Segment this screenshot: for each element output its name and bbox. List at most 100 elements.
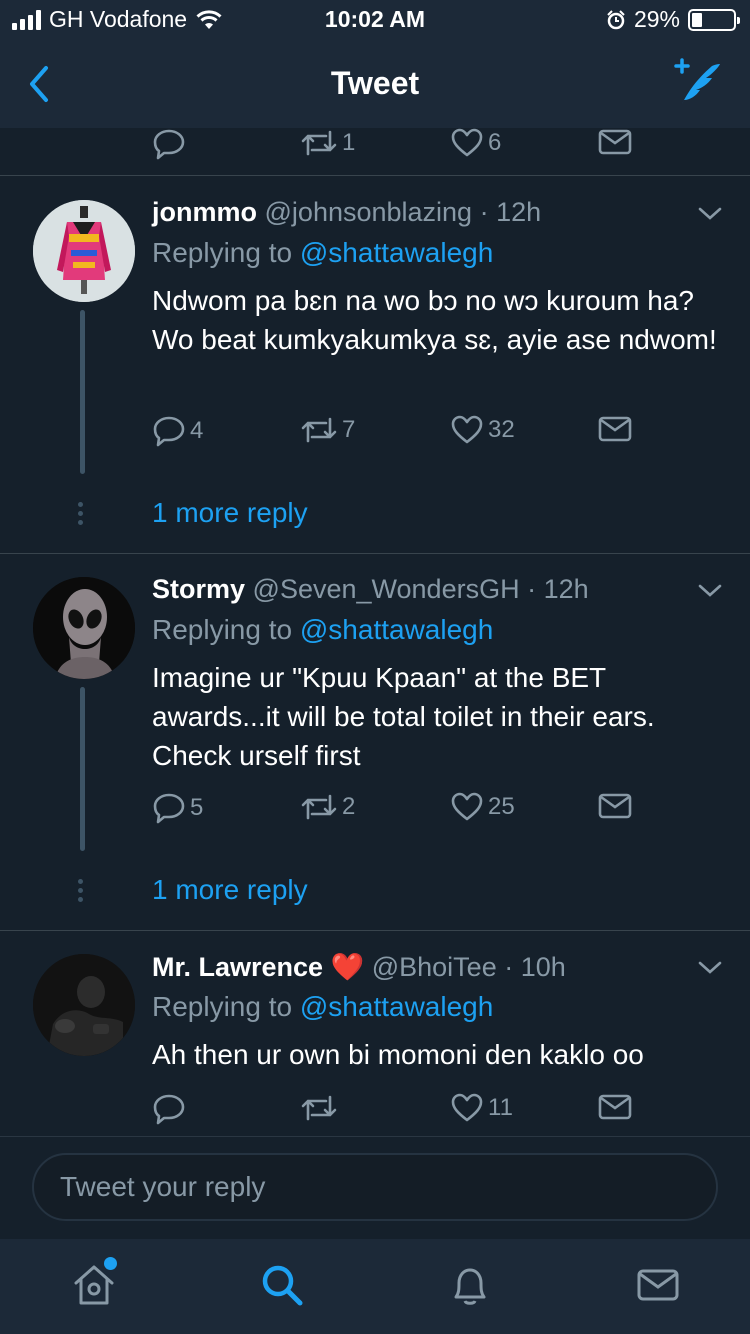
reply-tweet[interactable]: jonmmo @johnsonblazing · 12h Replying to… (0, 177, 750, 554)
retweet-icon (301, 1095, 337, 1121)
timestamp: 12h (543, 574, 589, 604)
reply-icon (153, 416, 185, 447)
retweet-action[interactable]: 1 (300, 128, 355, 158)
dm-action[interactable] (598, 415, 632, 443)
mention-link[interactable]: @shattawalegh (300, 237, 493, 268)
timestamp: 12h (496, 197, 542, 227)
like-count: 6 (488, 129, 502, 156)
reply-action[interactable]: 5 (152, 792, 203, 824)
retweet-icon (301, 794, 337, 820)
battery-icon (688, 8, 740, 31)
avatar[interactable] (33, 200, 135, 302)
like-action[interactable]: 25 (450, 792, 515, 822)
replying-to: Replying to @shattawalegh (152, 614, 493, 646)
display-name[interactable]: jonmmo (152, 197, 257, 227)
replying-prefix: Replying to (152, 614, 293, 645)
display-name[interactable]: Stormy (152, 574, 245, 604)
retweet-count: 2 (342, 793, 356, 820)
heart-emoji: ❤️ (330, 952, 365, 982)
dot-separator: · (496, 952, 521, 982)
replying-to: Replying to @shattawalegh (152, 991, 493, 1023)
more-replies-link[interactable]: 1 more reply (152, 874, 308, 906)
tweet-actions: 5 2 25 (150, 792, 670, 832)
battery-percent: 29% (633, 6, 680, 32)
retweet-action[interactable] (300, 1093, 342, 1123)
dm-action[interactable] (598, 128, 632, 156)
mention-link[interactable]: @shattawalegh (300, 991, 493, 1022)
replying-prefix: Replying to (152, 991, 293, 1022)
tweet-header: Mr. Lawrence ❤️ @BhoiTee · 10h (152, 951, 566, 983)
tweet-text: Ndwom pa bɛn na wo bɔ no wɔ kuroum ha? W… (152, 285, 717, 355)
avatar-image (33, 200, 135, 302)
handle[interactable]: @Seven_WondersGH (253, 574, 520, 604)
more-replies-dots-icon (78, 502, 83, 525)
tweet-text: Ah then ur own bi momoni den kaklo oo (152, 1039, 644, 1070)
reply-count: 5 (190, 794, 204, 821)
retweet-icon (301, 417, 337, 443)
reply-count: 4 (190, 417, 204, 444)
like-count: 32 (488, 416, 515, 443)
reply-icon (153, 1094, 185, 1125)
more-replies-dots-icon (78, 879, 83, 902)
search-icon[interactable] (258, 1261, 306, 1309)
mail-icon (598, 129, 632, 155)
reply-icon (153, 793, 185, 824)
like-count: 11 (488, 1094, 513, 1121)
messages-icon[interactable] (634, 1261, 682, 1309)
dot-separator: · (519, 574, 544, 604)
tab-bar (0, 1239, 750, 1334)
mail-icon (598, 416, 632, 442)
retweet-count: 1 (342, 129, 356, 156)
dot-separator: · (472, 197, 497, 227)
retweet-icon (301, 130, 337, 156)
mention-link[interactable]: @shattawalegh (300, 614, 493, 645)
partial-tweet-actions: 1 6 (0, 128, 750, 176)
reply-action[interactable]: 4 (152, 415, 203, 447)
reply-action[interactable] (152, 1093, 190, 1125)
more-replies-link[interactable]: 1 more reply (152, 497, 308, 529)
tweet-actions: 11 (150, 1093, 670, 1133)
tweet-actions: 4 7 32 (150, 415, 670, 455)
reply-bar (0, 1136, 750, 1239)
retweet-action[interactable]: 2 (300, 792, 355, 822)
like-action[interactable]: 32 (450, 415, 515, 445)
replying-prefix: Replying to (152, 237, 293, 268)
reply-input[interactable] (32, 1153, 718, 1221)
status-bar: GH Vodafone 10:02 AM 29% (0, 0, 750, 40)
reply-tweet[interactable]: Mr. Lawrence ❤️ @BhoiTee · 10h Replying … (0, 931, 750, 1136)
heart-icon (451, 1093, 483, 1122)
chevron-down-icon[interactable] (698, 207, 722, 221)
retweet-count: 7 (342, 416, 356, 443)
avatar[interactable] (33, 577, 135, 679)
avatar-image (33, 577, 135, 679)
reply-tweet[interactable]: Stormy @Seven_WondersGH · 12h Replying t… (0, 554, 750, 931)
avatar[interactable] (33, 954, 135, 1056)
heart-icon (451, 792, 483, 821)
retweet-action[interactable]: 7 (300, 415, 355, 445)
heart-icon (451, 415, 483, 444)
home-notification-dot (104, 1257, 117, 1270)
like-count: 25 (488, 793, 515, 820)
replying-to: Replying to @shattawalegh (152, 237, 493, 269)
handle[interactable]: @johnsonblazing (265, 197, 473, 227)
reply-action[interactable] (152, 128, 186, 160)
dm-action[interactable] (598, 792, 632, 820)
handle[interactable]: @BhoiTee (372, 952, 497, 982)
compose-tweet-icon[interactable] (668, 58, 724, 108)
like-action[interactable]: 11 (450, 1093, 513, 1123)
nav-bar: Tweet (0, 40, 750, 128)
page-title: Tweet (330, 65, 420, 101)
chevron-down-icon[interactable] (698, 961, 722, 975)
display-name[interactable]: Mr. Lawrence (152, 952, 323, 982)
reply-icon (153, 129, 185, 160)
tweet-header: jonmmo @johnsonblazing · 12h (152, 197, 541, 228)
like-action[interactable]: 6 (450, 128, 501, 158)
dm-action[interactable] (598, 1093, 632, 1121)
mail-icon (598, 793, 632, 819)
thread-line (80, 687, 85, 851)
notifications-icon[interactable] (446, 1261, 494, 1309)
replies-feed[interactable]: 1 6 jonmmo @johnsonblazing · 12h Replyin… (0, 128, 750, 1136)
thread-line (80, 310, 85, 474)
avatar-image (33, 954, 135, 1056)
chevron-down-icon[interactable] (698, 584, 722, 598)
